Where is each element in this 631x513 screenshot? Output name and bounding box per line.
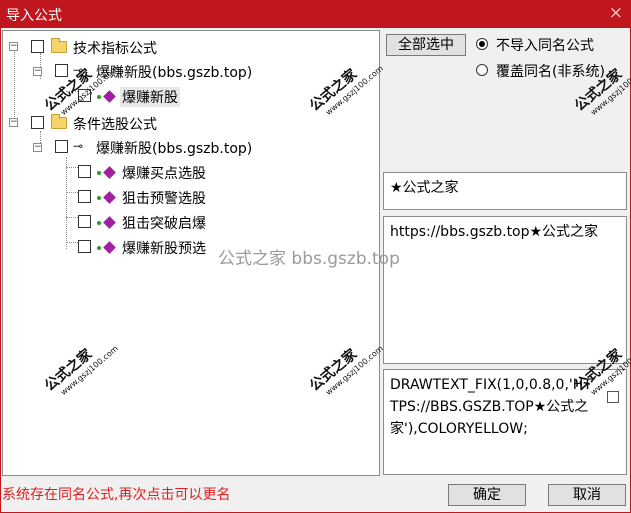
cancel-button[interactable]: 取消	[548, 484, 626, 506]
formula-code-text: DRAWTEXT_FIX(1,0,0.8,0,'HTTPS://BBS.GSZB…	[390, 377, 592, 437]
formula-icon	[97, 246, 101, 250]
item-checkbox[interactable]	[78, 215, 91, 228]
tree-group-label[interactable]: 技术指标公式	[73, 38, 157, 58]
formula-description-field: https://bbs.gszb.top★公式之家	[383, 216, 627, 364]
tree-item-label[interactable]: 狙击突破启爆	[122, 213, 206, 233]
tree-item[interactable]: 爆赚新股	[78, 86, 218, 108]
formula-name-text: ★公式之家	[390, 180, 459, 196]
status-message: 系统存在同名公式,再次点击可以更名	[2, 487, 231, 503]
formula-code-field: DRAWTEXT_FIX(1,0,0.8,0,'HTTPS://BBS.GSZB…	[383, 369, 627, 475]
collapse-toggle-icon[interactable]: −	[9, 42, 18, 51]
formula-name-field: ★公式之家	[383, 172, 627, 210]
overwrite-label[interactable]: 覆盖同名(非系统)	[496, 61, 605, 81]
tree-item-label[interactable]: 爆赚新股(bbs.gszb.top)	[96, 62, 252, 82]
formula-icon	[103, 241, 116, 254]
skip-duplicates-radio[interactable]	[476, 38, 488, 50]
group-checkbox[interactable]	[31, 40, 44, 53]
item-checkbox[interactable]	[78, 240, 91, 253]
center-watermark: 公式之家 bbs.gszb.top	[218, 249, 400, 269]
tree-group-1[interactable]: − 技术指标公式	[9, 37, 209, 59]
formula-icon	[97, 171, 101, 175]
close-icon[interactable]: ×	[609, 3, 623, 23]
collapse-toggle-icon[interactable]: −	[9, 118, 18, 127]
formula-icon	[103, 90, 116, 103]
item-checkbox[interactable]	[78, 165, 91, 178]
item-checkbox[interactable]	[78, 89, 91, 102]
folder-icon	[51, 38, 67, 53]
formula-icon	[103, 216, 116, 229]
folder-icon	[51, 114, 67, 129]
tree-item[interactable]: 爆赚买点选股	[78, 162, 218, 184]
collapse-toggle-icon[interactable]: −	[33, 143, 42, 152]
formula-icon	[97, 95, 101, 99]
tree-group-2[interactable]: − 条件选股公式	[9, 113, 209, 135]
group-checkbox[interactable]	[31, 116, 44, 129]
tree-item-label[interactable]: 爆赚新股(bbs.gszb.top)	[96, 138, 252, 158]
tree-item[interactable]: 狙击突破启爆	[78, 212, 218, 234]
formula-type-icon: ⊸	[73, 139, 84, 153]
ok-button[interactable]: 确定	[448, 484, 526, 506]
overwrite-radio[interactable]	[476, 64, 488, 76]
formula-icon	[103, 191, 116, 204]
skip-duplicates-label[interactable]: 不导入同名公式	[496, 35, 594, 55]
formula-type-icon: ⊸	[73, 63, 84, 77]
tree-item-label[interactable]: 狙击预警选股	[122, 188, 206, 208]
tree-item[interactable]: − ⊸ 爆赚新股(bbs.gszb.top)	[33, 137, 283, 159]
select-all-button[interactable]: 全部选中	[386, 34, 466, 56]
formula-icon	[103, 166, 116, 179]
item-checkbox[interactable]	[55, 64, 68, 77]
window-title: 导入公式	[6, 8, 62, 24]
tree-item[interactable]: 爆赚新股预选	[78, 237, 218, 259]
item-checkbox[interactable]	[78, 190, 91, 203]
item-checkbox[interactable]	[55, 140, 68, 153]
tree-item[interactable]: 狙击预警选股	[78, 187, 218, 209]
code-checkbox[interactable]	[607, 391, 619, 403]
tree-item[interactable]: − ⊸ 爆赚新股(bbs.gszb.top)	[33, 61, 283, 83]
tree-item-label[interactable]: 爆赚新股预选	[122, 238, 206, 258]
tree-item-label[interactable]: 爆赚买点选股	[122, 163, 206, 183]
tree-item-label[interactable]: 爆赚新股	[120, 87, 180, 107]
formula-icon	[97, 196, 101, 200]
title-bar: 导入公式 ×	[0, 0, 631, 28]
formula-icon	[97, 221, 101, 225]
tree-group-label[interactable]: 条件选股公式	[73, 114, 157, 134]
collapse-toggle-icon[interactable]: −	[33, 67, 42, 76]
formula-description-text: https://bbs.gszb.top★公式之家	[390, 224, 599, 240]
